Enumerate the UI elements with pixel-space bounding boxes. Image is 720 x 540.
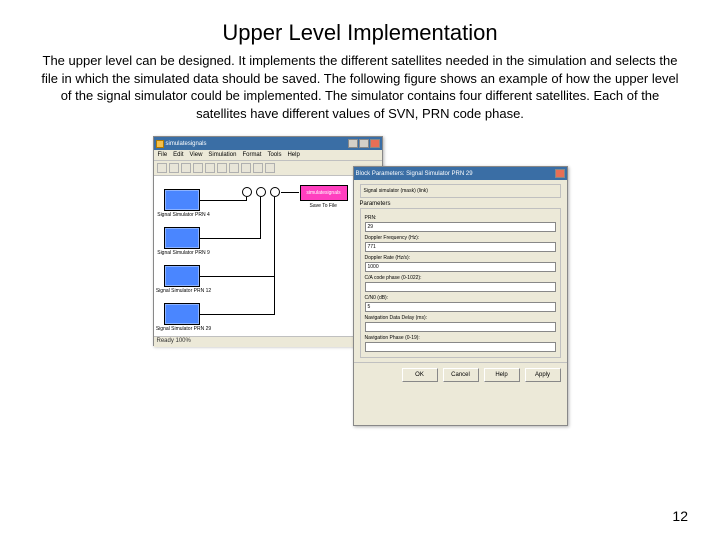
dialog-description: Signal simulator (mask) (link) <box>360 184 561 198</box>
tool-button[interactable] <box>229 163 239 173</box>
param-label: Doppler Rate (Hz/s): <box>365 255 556 261</box>
block-prn12[interactable] <box>164 265 200 287</box>
block-label: Signal Simulator PRN 12 <box>154 289 214 294</box>
nav-phase-field[interactable] <box>365 342 556 352</box>
menu-file[interactable]: File <box>158 152 168 158</box>
simulink-window: simulatesignals File Edit View Simulatio… <box>153 136 383 346</box>
menu-tools[interactable]: Tools <box>267 152 281 158</box>
figure: simulatesignals File Edit View Simulatio… <box>40 136 680 426</box>
wire <box>260 197 261 239</box>
block-label: Signal Simulator PRN 29 <box>154 327 214 332</box>
close-button[interactable] <box>370 139 380 148</box>
toolbar <box>154 161 382 176</box>
wire <box>246 197 247 201</box>
code-phase-field[interactable] <box>365 282 556 292</box>
tool-button[interactable] <box>157 163 167 173</box>
slide-title: Upper Level Implementation <box>40 20 680 46</box>
wire <box>281 192 299 193</box>
param-label: Doppler Frequency (Hz): <box>365 235 556 241</box>
menu-help[interactable]: Help <box>287 152 299 158</box>
sum-node[interactable] <box>242 187 252 197</box>
doppler-rate-field[interactable]: 1000 <box>365 262 556 272</box>
parameters-group: PRN: 29 Doppler Frequency (Hz): 771 Dopp… <box>360 208 561 358</box>
minimize-button[interactable] <box>348 139 358 148</box>
cn0-field[interactable]: 5 <box>365 302 556 312</box>
slide-body: The upper level can be designed. It impl… <box>40 52 680 122</box>
nav-delay-field[interactable] <box>365 322 556 332</box>
menu-simulation[interactable]: Simulation <box>208 152 236 158</box>
dialog-title: Block Parameters: Signal Simulator PRN 2… <box>356 171 473 177</box>
param-label: Navigation Phase (0-19): <box>365 335 556 341</box>
prn-field[interactable]: 29 <box>365 222 556 232</box>
param-label: PRN: <box>365 215 556 221</box>
block-prn29[interactable] <box>164 303 200 325</box>
param-label: C/N0 (dB): <box>365 295 556 301</box>
block-prn4[interactable] <box>164 189 200 211</box>
wire <box>200 238 260 239</box>
save-to-file-block[interactable]: simulatesignals <box>300 185 348 201</box>
wire <box>200 200 246 201</box>
doppler-field[interactable]: 771 <box>365 242 556 252</box>
menu-format[interactable]: Format <box>242 152 261 158</box>
sum-node[interactable] <box>270 187 280 197</box>
help-button[interactable]: Help <box>484 368 520 382</box>
tool-button[interactable] <box>205 163 215 173</box>
menu-view[interactable]: View <box>190 152 203 158</box>
param-label: Navigation Data Delay (ms): <box>365 315 556 321</box>
block-label: Signal Simulator PRN 9 <box>154 251 214 256</box>
tool-button[interactable] <box>253 163 263 173</box>
block-parameters-dialog: Block Parameters: Signal Simulator PRN 2… <box>353 166 568 426</box>
window-title: simulatesignals <box>166 141 207 147</box>
menu-edit[interactable]: Edit <box>173 152 183 158</box>
apply-button[interactable]: Apply <box>525 368 561 382</box>
tool-button[interactable] <box>265 163 275 173</box>
dialog-button-row: OK Cancel Help Apply <box>354 362 567 387</box>
cancel-button[interactable]: Cancel <box>443 368 479 382</box>
wire <box>274 197 275 315</box>
maximize-button[interactable] <box>359 139 369 148</box>
wire <box>200 314 274 315</box>
window-titlebar: simulatesignals <box>154 137 382 150</box>
parameters-label: Parameters <box>360 201 561 207</box>
block-label: Save To File <box>310 203 337 209</box>
tool-button[interactable] <box>193 163 203 173</box>
tool-button[interactable] <box>169 163 179 173</box>
page-number: 12 <box>672 508 688 524</box>
block-prn9[interactable] <box>164 227 200 249</box>
param-label: C/A code phase (0-1022): <box>365 275 556 281</box>
model-canvas[interactable]: Signal Simulator PRN 4 Signal Simulator … <box>154 176 382 336</box>
dialog-titlebar: Block Parameters: Signal Simulator PRN 2… <box>354 167 567 180</box>
close-button[interactable] <box>555 169 565 178</box>
tool-button[interactable] <box>241 163 251 173</box>
ok-button[interactable]: OK <box>402 368 438 382</box>
tool-button[interactable] <box>181 163 191 173</box>
app-icon <box>156 140 164 148</box>
status-bar: Ready 100% <box>154 336 382 347</box>
wire <box>200 276 274 277</box>
block-label: Signal Simulator PRN 4 <box>154 213 214 218</box>
tool-button[interactable] <box>217 163 227 173</box>
menubar: File Edit View Simulation Format Tools H… <box>154 150 382 161</box>
sum-node[interactable] <box>256 187 266 197</box>
